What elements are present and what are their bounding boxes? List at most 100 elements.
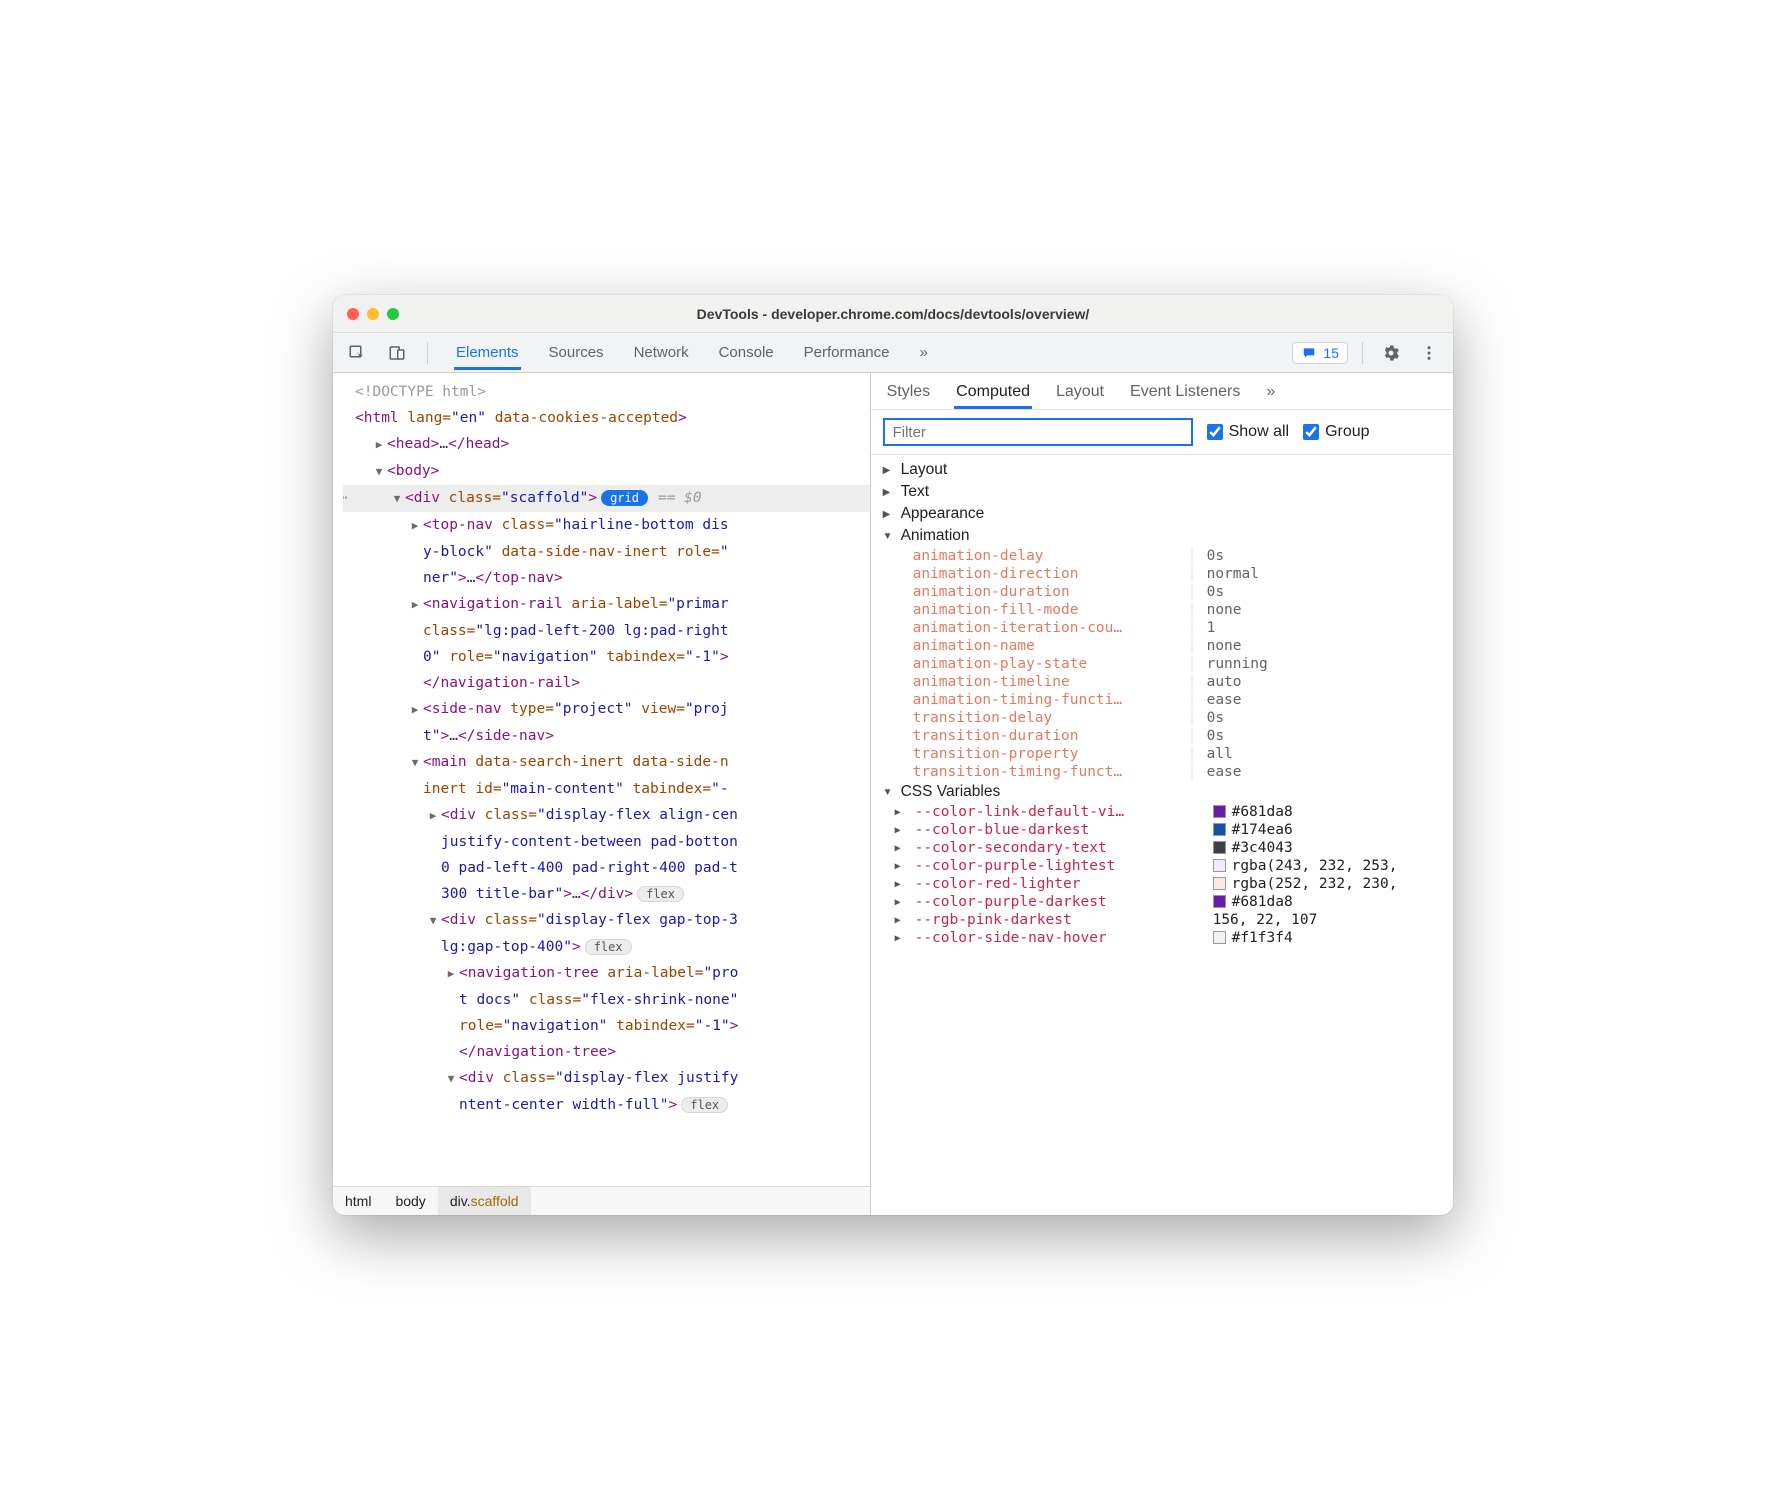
tab-network[interactable]: Network	[632, 336, 691, 370]
computed-property[interactable]: animation-fill-modenone	[883, 601, 1441, 619]
expand-icon[interactable]: ▶	[895, 915, 907, 926]
expand-icon[interactable]: ▶	[895, 933, 907, 944]
dom-side-nav[interactable]: ▶<side-nav type="project" view="projt">……	[343, 696, 870, 749]
computed-panel[interactable]: ▶Layout ▶Text ▶Appearance ▼Animation ani…	[871, 455, 1453, 1215]
css-variable-row[interactable]: ▶--rgb-pink-darkest156, 22, 107	[883, 911, 1441, 929]
inspect-element-icon[interactable]	[343, 339, 371, 367]
settings-icon[interactable]	[1377, 339, 1405, 367]
dom-top-nav[interactable]: ▶<top-nav class="hairline-bottom disy-bl…	[343, 512, 870, 591]
tab-console[interactable]: Console	[717, 336, 776, 370]
devtools-window: DevTools - developer.chrome.com/docs/dev…	[333, 295, 1453, 1215]
color-swatch-icon	[1213, 877, 1226, 890]
dom-div-titlebar[interactable]: ▶<div class="display-flex align-cenjusti…	[343, 802, 870, 907]
panel-tabs: Elements Sources Network Console Perform…	[454, 336, 930, 370]
tab-elements[interactable]: Elements	[454, 336, 521, 370]
computed-property[interactable]: animation-play-staterunning	[883, 655, 1441, 673]
device-toolbar-icon[interactable]	[383, 339, 411, 367]
variable-name: --color-secondary-text	[915, 840, 1205, 856]
crumb-scaffold[interactable]: div.scaffold	[438, 1187, 531, 1215]
flex-badge[interactable]: flex	[585, 939, 632, 955]
toolbar-left: Elements Sources Network Console Perform…	[343, 336, 930, 370]
color-swatch-icon	[1213, 895, 1226, 908]
css-variable-row[interactable]: ▶--color-side-nav-hover#f1f3f4	[883, 929, 1441, 947]
main-toolbar: Elements Sources Network Console Perform…	[333, 333, 1453, 373]
computed-property[interactable]: transition-timing-funct…ease	[883, 763, 1441, 781]
show-all-checkbox[interactable]: Show all	[1207, 423, 1289, 441]
tab-computed[interactable]: Computed	[954, 381, 1032, 409]
property-name: transition-duration	[913, 728, 1193, 744]
dom-doctype[interactable]: <!DOCTYPE html>	[343, 379, 870, 405]
computed-property[interactable]: animation-namenone	[883, 637, 1441, 655]
dom-head[interactable]: ▶<head>…</head>	[343, 431, 870, 458]
filter-input[interactable]	[883, 418, 1193, 446]
section-layout[interactable]: ▶Layout	[883, 459, 1441, 481]
computed-property[interactable]: transition-delay0s	[883, 709, 1441, 727]
property-value: auto	[1193, 674, 1242, 690]
css-variable-row[interactable]: ▶--color-link-default-vi…#681da8	[883, 803, 1441, 821]
crumb-html[interactable]: html	[333, 1187, 383, 1215]
variable-name: --color-side-nav-hover	[915, 930, 1205, 946]
computed-property[interactable]: animation-directionnormal	[883, 565, 1441, 583]
flex-badge[interactable]: flex	[681, 1097, 728, 1113]
expand-icon[interactable]: ▶	[895, 879, 907, 890]
property-value: normal	[1193, 566, 1259, 582]
minimize-window-icon[interactable]	[367, 308, 379, 320]
issues-badge[interactable]: 15	[1292, 342, 1348, 364]
computed-property[interactable]: transition-duration0s	[883, 727, 1441, 745]
variable-name: --color-blue-darkest	[915, 822, 1205, 838]
content-area: <!DOCTYPE html> <html lang="en" data-coo…	[333, 373, 1453, 1215]
section-animation[interactable]: ▼Animation	[883, 525, 1441, 547]
kebab-menu-icon[interactable]	[1415, 339, 1443, 367]
css-variable-row[interactable]: ▶--color-purple-darkest#681da8	[883, 893, 1441, 911]
computed-property[interactable]: animation-duration0s	[883, 583, 1441, 601]
expand-icon[interactable]: ▶	[895, 897, 907, 908]
variable-value: rgba(252, 232, 230,	[1213, 876, 1398, 892]
toolbar-right: 15	[1292, 339, 1443, 367]
expand-icon[interactable]: ▶	[895, 825, 907, 836]
section-text[interactable]: ▶Text	[883, 481, 1441, 503]
dom-navigation-rail[interactable]: ▶<navigation-rail aria-label="primarclas…	[343, 591, 870, 696]
property-value: ease	[1193, 764, 1242, 780]
tabs-overflow-icon[interactable]: »	[918, 336, 930, 370]
section-css-variables[interactable]: ▼CSS Variables	[883, 781, 1441, 803]
crumb-body[interactable]: body	[383, 1187, 437, 1215]
tab-sources[interactable]: Sources	[547, 336, 606, 370]
dom-tree[interactable]: <!DOCTYPE html> <html lang="en" data-coo…	[333, 373, 870, 1186]
dom-html-open[interactable]: <html lang="en" data-cookies-accepted>	[343, 405, 870, 431]
property-name: animation-direction	[913, 566, 1193, 582]
computed-property[interactable]: animation-timing-functi…ease	[883, 691, 1441, 709]
dom-main[interactable]: ▼<main data-search-inert data-side-niner…	[343, 749, 870, 802]
computed-property[interactable]: animation-iteration-cou…1	[883, 619, 1441, 637]
property-value: 0s	[1193, 710, 1224, 726]
tab-styles[interactable]: Styles	[885, 381, 933, 409]
tab-performance[interactable]: Performance	[802, 336, 892, 370]
tab-event-listeners[interactable]: Event Listeners	[1128, 381, 1242, 409]
expand-icon[interactable]: ▶	[895, 843, 907, 854]
group-checkbox[interactable]: Group	[1303, 423, 1369, 441]
color-swatch-icon	[1213, 841, 1226, 854]
dom-div-gap[interactable]: ▼<div class="display-flex gap-top-3lg:ga…	[343, 907, 870, 960]
dom-div-center[interactable]: ▼<div class="display-flex justifyntent-c…	[343, 1065, 870, 1118]
property-name: animation-iteration-cou…	[913, 620, 1193, 636]
computed-property[interactable]: transition-propertyall	[883, 745, 1441, 763]
dom-scaffold-selected[interactable]: ▼<div class="scaffold">grid== $0	[343, 485, 870, 512]
color-swatch-icon	[1213, 859, 1226, 872]
expand-icon[interactable]: ▶	[895, 861, 907, 872]
dom-body[interactable]: ▼<body>	[343, 458, 870, 485]
tab-layout[interactable]: Layout	[1054, 381, 1106, 409]
dom-navigation-tree[interactable]: ▶<navigation-tree aria-label="prot docs"…	[343, 960, 870, 1065]
grid-badge[interactable]: grid	[601, 490, 648, 506]
property-name: animation-timing-functi…	[913, 692, 1193, 708]
close-window-icon[interactable]	[347, 308, 359, 320]
css-variable-row[interactable]: ▶--color-secondary-text#3c4043	[883, 839, 1441, 857]
maximize-window-icon[interactable]	[387, 308, 399, 320]
computed-property[interactable]: animation-delay0s	[883, 547, 1441, 565]
css-variable-row[interactable]: ▶--color-purple-lightestrgba(243, 232, 2…	[883, 857, 1441, 875]
section-appearance[interactable]: ▶Appearance	[883, 503, 1441, 525]
sidebar-tabs-overflow-icon[interactable]: »	[1264, 381, 1277, 409]
computed-property[interactable]: animation-timelineauto	[883, 673, 1441, 691]
css-variable-row[interactable]: ▶--color-blue-darkest#174ea6	[883, 821, 1441, 839]
flex-badge[interactable]: flex	[637, 886, 684, 902]
css-variable-row[interactable]: ▶--color-red-lighterrgba(252, 232, 230,	[883, 875, 1441, 893]
expand-icon[interactable]: ▶	[895, 807, 907, 818]
